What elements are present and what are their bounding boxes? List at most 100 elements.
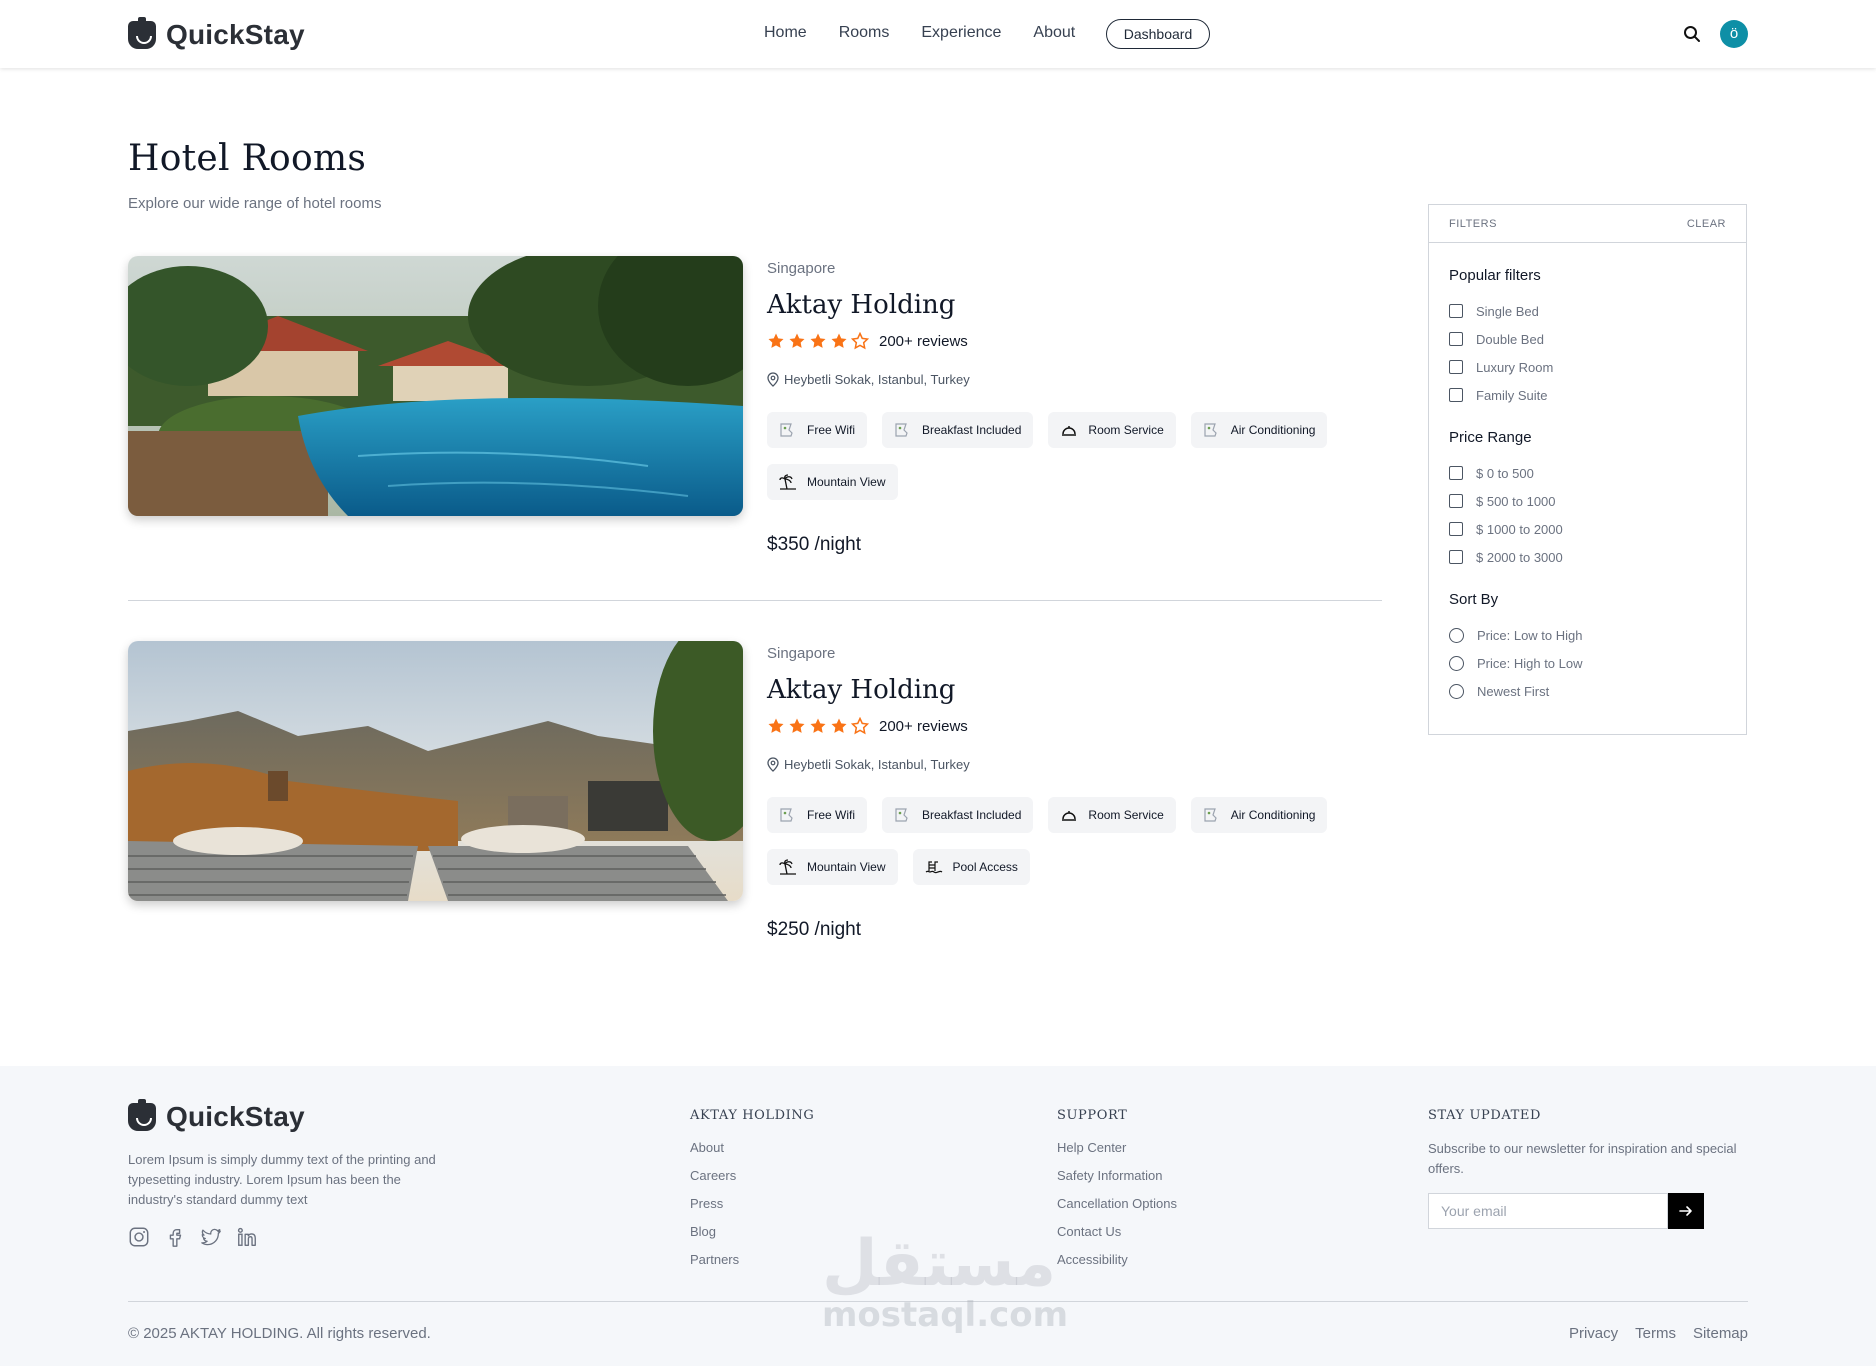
footer-link-help-center[interactable]: Help Center	[1057, 1139, 1177, 1167]
newsletter-form	[1428, 1193, 1738, 1229]
star-empty-icon	[851, 332, 869, 350]
footer-link-safety[interactable]: Safety Information	[1057, 1167, 1177, 1195]
price-option[interactable]: $ 1000 to 2000	[1449, 515, 1726, 543]
privacy-link[interactable]: Privacy	[1569, 1325, 1618, 1342]
amenity-tag: Free Wifi	[767, 412, 867, 448]
instagram-icon[interactable]	[128, 1226, 150, 1248]
bell-icon	[1062, 426, 1077, 436]
star-filled-icon	[768, 333, 784, 348]
footer: QuickStay Lorem Ipsum is simply dummy te…	[0, 1066, 1876, 1366]
page-subtitle: Explore our wide range of hotel rooms	[128, 195, 382, 212]
nav-home[interactable]: Home	[764, 20, 807, 46]
review-count: 200+ reviews	[879, 717, 968, 735]
room-address: Heybetli Sokak, Istanbul, Turkey	[767, 757, 970, 772]
nav-rooms[interactable]: Rooms	[839, 20, 890, 46]
amenity-tag: Pool Access	[912, 849, 1030, 885]
sort-option[interactable]: Price: Low to High	[1449, 621, 1726, 649]
broken-image-icon	[780, 423, 793, 437]
palm-tree-icon	[779, 859, 796, 875]
newsletter-title: STAY UPDATED	[1428, 1108, 1542, 1123]
checkbox[interactable]	[1449, 304, 1463, 318]
sort-option[interactable]: Newest First	[1449, 677, 1726, 705]
facebook-icon[interactable]	[164, 1226, 186, 1248]
star-filled-icon	[789, 333, 805, 348]
brand-logo[interactable]: QuickStay	[128, 17, 305, 51]
footer-brand-name: QuickStay	[166, 1101, 305, 1132]
checkbox[interactable]	[1449, 388, 1463, 402]
radio-button[interactable]	[1449, 627, 1464, 643]
newsletter-text: Subscribe to our newsletter for inspirat…	[1428, 1141, 1737, 1176]
nav-experience[interactable]: Experience	[921, 20, 1001, 46]
location-pin-icon	[767, 372, 779, 387]
footer-link-contact[interactable]: Contact Us	[1057, 1223, 1177, 1251]
footer-link-partners[interactable]: Partners	[690, 1251, 814, 1279]
mountain-sunbeds-photo	[128, 641, 743, 901]
terms-link[interactable]: Terms	[1635, 1325, 1676, 1342]
room-image[interactable]	[128, 641, 743, 901]
footer-link-cancellation[interactable]: Cancellation Options	[1057, 1195, 1177, 1223]
footer-link-blog[interactable]: Blog	[690, 1223, 814, 1251]
linkedin-icon[interactable]	[236, 1226, 258, 1248]
checkbox[interactable]	[1449, 466, 1463, 480]
amenity-tag: Room Service	[1048, 412, 1176, 448]
footer-description: Lorem Ipsum is simply dummy text of the …	[128, 1152, 436, 1207]
navbar: QuickStay Home Rooms Experience About Da…	[0, 0, 1876, 68]
footer-divider	[128, 1301, 1748, 1302]
footer-link-press[interactable]: Press	[690, 1195, 814, 1223]
newsletter-email-input[interactable]	[1428, 1193, 1668, 1229]
brand-name: QuickStay	[166, 19, 305, 50]
radio-button[interactable]	[1449, 683, 1464, 699]
checkbox[interactable]	[1449, 522, 1463, 536]
room-name[interactable]: Aktay Holding	[767, 290, 955, 320]
checkbox[interactable]	[1449, 360, 1463, 374]
sitemap-link[interactable]: Sitemap	[1693, 1325, 1748, 1342]
amenity-tag: Air Conditioning	[1190, 412, 1328, 448]
footer-link-about[interactable]: About	[690, 1139, 814, 1167]
dashboard-button[interactable]: Dashboard	[1106, 19, 1210, 49]
star-filled-icon	[810, 718, 826, 733]
amenity-tag: Free Wifi	[767, 797, 867, 833]
footer-logo[interactable]: QuickStay	[128, 1099, 305, 1133]
room-name[interactable]: Aktay Holding	[767, 675, 955, 705]
price-option[interactable]: $ 500 to 1000	[1449, 487, 1726, 515]
twitter-icon[interactable]	[200, 1226, 222, 1248]
filter-option[interactable]: Double Bed	[1449, 325, 1726, 353]
search-icon[interactable]	[1682, 24, 1702, 44]
pool-icon	[925, 861, 942, 874]
filter-option[interactable]: Family Suite	[1449, 381, 1726, 409]
footer-link-accessibility[interactable]: Accessibility	[1057, 1251, 1177, 1279]
filters-panel: FILTERS CLEAR Popular filters Single Bed…	[1428, 204, 1747, 735]
nav-about[interactable]: About	[1033, 20, 1075, 46]
filter-option[interactable]: Luxury Room	[1449, 353, 1726, 381]
price-option[interactable]: $ 0 to 500	[1449, 459, 1726, 487]
room-rating: 200+ reviews	[767, 717, 968, 735]
newsletter-submit-button[interactable]	[1668, 1193, 1704, 1229]
sort-option[interactable]: Price: High to Low	[1449, 649, 1726, 677]
room-address: Heybetli Sokak, Istanbul, Turkey	[767, 372, 970, 387]
amenity-list: Free Wifi Breakfast Included Room Servic…	[767, 412, 1367, 516]
star-filled-icon	[789, 718, 805, 733]
amenity-tag: Breakfast Included	[882, 412, 1034, 448]
checkbox[interactable]	[1449, 550, 1463, 564]
star-filled-icon	[831, 333, 847, 348]
user-avatar[interactable]: ö	[1720, 20, 1748, 48]
review-count: 200+ reviews	[879, 332, 968, 350]
room-image[interactable]	[128, 256, 743, 516]
footer-link-careers[interactable]: Careers	[690, 1167, 814, 1195]
broken-image-icon	[1204, 423, 1217, 437]
clear-filters-button[interactable]: CLEAR	[1687, 218, 1726, 230]
price-option[interactable]: $ 2000 to 3000	[1449, 543, 1726, 571]
sort-by-group: Sort By Price: Low to High Price: High t…	[1429, 591, 1746, 705]
footer-column-title: AKTAY HOLDING	[690, 1108, 815, 1123]
newsletter-section: STAY UPDATED Subscribe to our newsletter…	[1428, 1108, 1738, 1229]
filters-header: FILTERS CLEAR	[1429, 205, 1746, 243]
star-empty-icon	[851, 717, 869, 735]
amenity-tag: Breakfast Included	[882, 797, 1034, 833]
checkbox[interactable]	[1449, 332, 1463, 346]
sort-by-title: Sort By	[1449, 591, 1499, 608]
radio-button[interactable]	[1449, 655, 1464, 671]
filter-option[interactable]: Single Bed	[1449, 297, 1726, 325]
address-text: Heybetli Sokak, Istanbul, Turkey	[784, 757, 970, 772]
amenity-list: Free Wifi Breakfast Included Room Servic…	[767, 797, 1367, 901]
checkbox[interactable]	[1449, 494, 1463, 508]
